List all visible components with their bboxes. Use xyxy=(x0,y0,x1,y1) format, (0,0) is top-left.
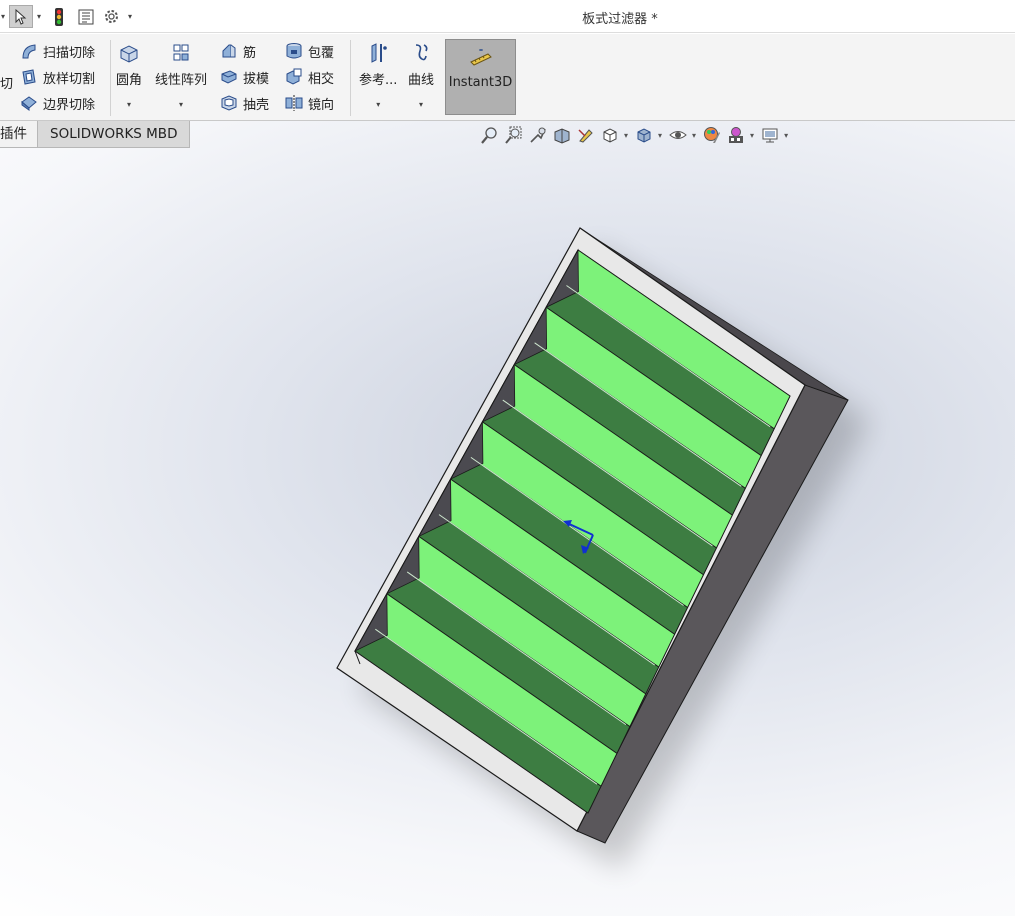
fillet-icon xyxy=(120,45,138,63)
draft-icon xyxy=(221,70,237,84)
sweep-cut-label: 扫描切除 xyxy=(43,45,96,61)
loft-cut-button[interactable]: 放样切割 xyxy=(20,66,95,88)
section-view-icon[interactable] xyxy=(552,125,572,145)
fillet-label: 圆角 xyxy=(116,73,143,88)
fillet-button[interactable]: 圆角 ▾ xyxy=(116,42,142,109)
command-manager-ribbon: 切 扫描切除 放样切割 边界切除 圆角 ▾ 线性阵列 ▾ 筋 拔模 抽壳 包覆 xyxy=(0,34,1015,121)
previous-view-icon[interactable] xyxy=(528,125,548,145)
curves-icon xyxy=(415,44,428,61)
rib-label: 筋 xyxy=(243,45,257,61)
boundary-cut-label: 边界切除 xyxy=(43,97,96,113)
apply-scene-dropdown-icon[interactable]: ▾ xyxy=(750,131,754,140)
wrap-icon xyxy=(286,43,302,59)
zoom-to-fit-icon[interactable] xyxy=(480,125,500,145)
title-bar: ▾ ▾ ▾ 板式过滤器 * xyxy=(0,0,1015,33)
hide-show-icon[interactable] xyxy=(668,125,688,145)
reference-geometry-icon xyxy=(371,43,388,63)
reference-geometry-button[interactable]: 参考... ▾ xyxy=(359,42,397,109)
reference-geometry-label: 参考... xyxy=(359,73,398,88)
cut-partial-label[interactable]: 切 xyxy=(0,71,13,93)
curves-button[interactable]: 曲线 ▾ xyxy=(408,42,434,109)
loft-cut-label: 放样切割 xyxy=(43,71,96,87)
intersect-button[interactable]: 相交 xyxy=(285,66,334,88)
tab-solidworks-mbd[interactable]: SOLIDWORKS MBD xyxy=(38,121,191,148)
boundary-cut-icon xyxy=(21,96,37,111)
instant3d-icon xyxy=(469,49,492,66)
mirror-icon xyxy=(285,95,303,111)
rib-button[interactable]: 筋 xyxy=(220,40,256,62)
fillet-dropdown-icon[interactable]: ▾ xyxy=(127,100,131,109)
shell-button[interactable]: 抽壳 xyxy=(220,92,269,114)
curves-label: 曲线 xyxy=(408,73,435,88)
sweep-cut-button[interactable]: 扫描切除 xyxy=(20,40,95,62)
command-manager-tabs: 插件 SOLIDWORKS MBD xyxy=(0,121,191,148)
dynamic-annotation-icon[interactable] xyxy=(576,125,596,145)
ribbon-separator xyxy=(110,40,111,116)
wrap-button[interactable]: 包覆 xyxy=(285,40,334,62)
linear-pattern-icon xyxy=(173,44,189,61)
linear-pattern-dropdown-icon[interactable]: ▾ xyxy=(179,100,183,109)
view-orientation-icon[interactable] xyxy=(600,125,620,145)
display-style-dropdown-icon[interactable]: ▾ xyxy=(658,131,662,140)
display-style-icon[interactable] xyxy=(634,125,654,145)
view-settings-dropdown-icon[interactable]: ▾ xyxy=(784,131,788,140)
intersect-label: 相交 xyxy=(308,71,335,87)
heads-up-view-toolbar: ▾ ▾ ▾ ▾ ▾ xyxy=(480,124,794,146)
rib-icon xyxy=(222,44,236,58)
curves-dropdown-icon[interactable]: ▾ xyxy=(419,100,423,109)
shell-icon xyxy=(221,95,237,111)
apply-scene-icon[interactable] xyxy=(726,125,746,145)
hide-show-dropdown-icon[interactable]: ▾ xyxy=(692,131,696,140)
boundary-cut-button[interactable]: 边界切除 xyxy=(20,92,95,114)
draft-button[interactable]: 拔模 xyxy=(220,66,269,88)
mirror-label: 镜向 xyxy=(308,97,335,113)
view-settings-icon[interactable] xyxy=(760,125,780,145)
loft-cut-icon xyxy=(22,69,36,85)
edit-appearance-icon[interactable] xyxy=(702,125,722,145)
sweep-cut-icon xyxy=(22,44,36,59)
mirror-button[interactable]: 镜向 xyxy=(285,92,334,114)
zoom-to-area-icon[interactable] xyxy=(504,125,524,145)
linear-pattern-label: 线性阵列 xyxy=(155,73,208,88)
instant3d-label: Instant3D xyxy=(448,75,513,90)
window-title: 板式过滤器 * xyxy=(582,12,658,27)
tab-addins[interactable]: 插件 xyxy=(0,121,38,148)
view-orientation-dropdown-icon[interactable]: ▾ xyxy=(624,131,628,140)
draft-label: 拔模 xyxy=(243,71,270,87)
plate-filter-model[interactable] xyxy=(0,121,1015,916)
linear-pattern-button[interactable]: 线性阵列 ▾ xyxy=(155,42,207,109)
instant3d-button[interactable]: Instant3D xyxy=(445,39,516,115)
reference-dropdown-icon[interactable]: ▾ xyxy=(376,100,380,109)
graphics-area[interactable] xyxy=(0,121,1015,916)
ribbon-separator xyxy=(350,40,351,116)
shell-label: 抽壳 xyxy=(243,97,270,113)
intersect-icon xyxy=(286,68,302,85)
wrap-label: 包覆 xyxy=(308,45,335,61)
